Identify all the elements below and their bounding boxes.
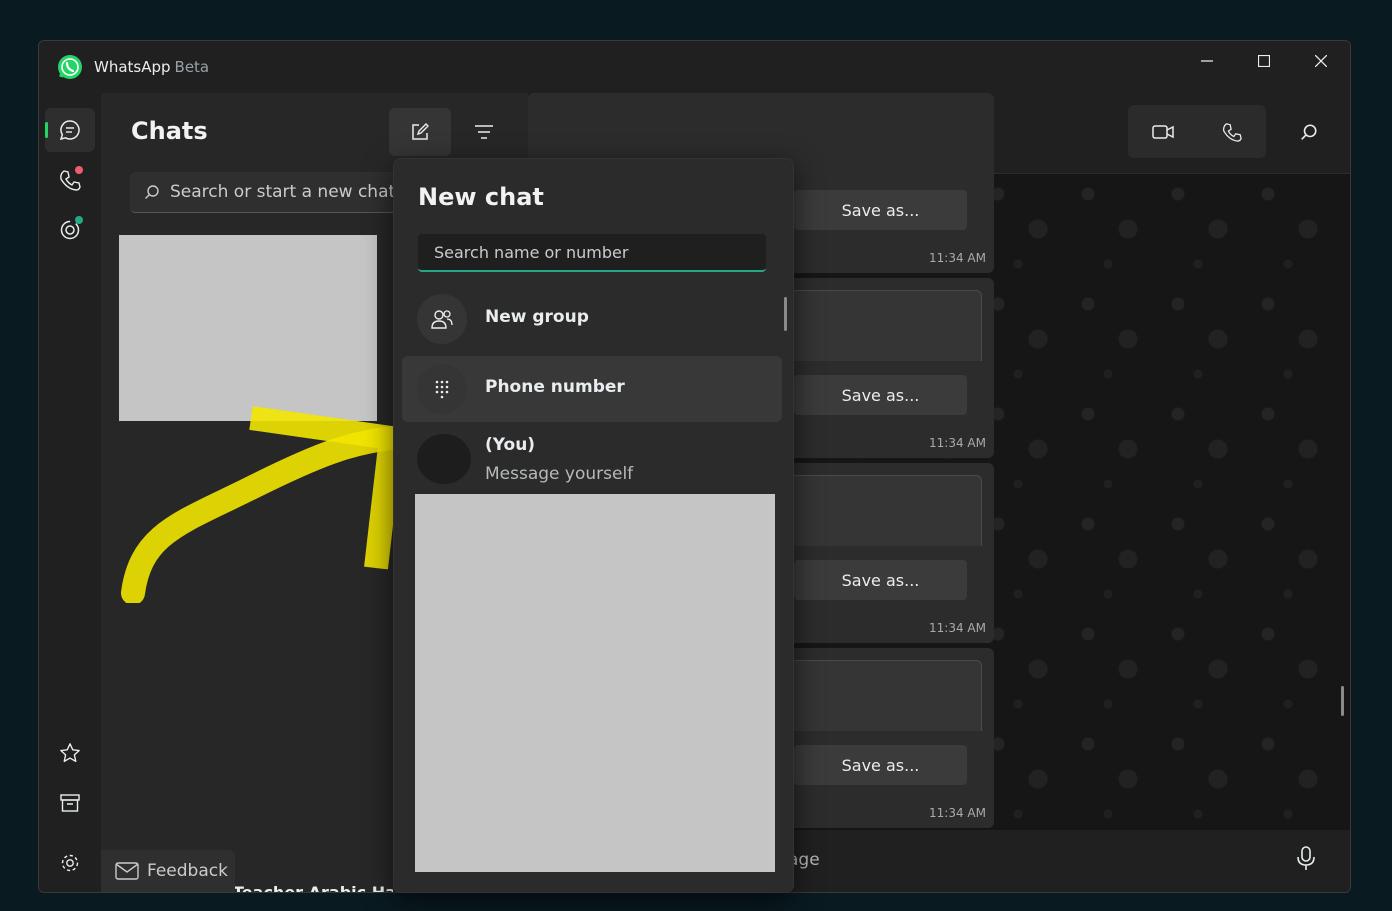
video-camera-icon [1151, 124, 1174, 139]
group-icon [431, 310, 453, 329]
status-badge [75, 216, 83, 224]
search-icon [145, 185, 159, 199]
phone-number-item[interactable]: Phone number [402, 356, 782, 422]
new-group-item[interactable]: New group [402, 286, 782, 352]
navigation-rail [39, 93, 101, 892]
phone-number-label: Phone number [485, 377, 625, 397]
save-as-button[interactable]: Save as... [794, 375, 967, 415]
chat-icon [59, 120, 80, 141]
beta-badge: Beta [174, 58, 210, 76]
rail-chats-button[interactable] [45, 108, 95, 152]
voice-call-button[interactable] [1197, 105, 1266, 158]
chat-search-placeholder: Search or start a new chat [170, 182, 396, 202]
minimize-button[interactable] [1178, 41, 1235, 81]
star-icon [60, 743, 80, 763]
active-indicator [45, 122, 48, 138]
maximize-button[interactable] [1235, 41, 1292, 81]
new-group-label: New group [485, 307, 589, 327]
chat-list-bottom-item[interactable]: Teacher Arabic Ha [233, 883, 393, 892]
save-as-button[interactable]: Save as... [794, 190, 967, 230]
flyout-scrollbar[interactable] [784, 297, 787, 331]
message-time: 11:34 AM [929, 621, 986, 635]
search-messages-button[interactable] [1274, 105, 1343, 158]
search-icon [1300, 123, 1317, 140]
self-sublabel: Message yourself [485, 464, 634, 484]
call-buttons-group [1128, 105, 1266, 158]
rail-calls-button[interactable] [45, 158, 95, 202]
new-chat-search [418, 234, 766, 272]
archive-icon [60, 794, 80, 812]
save-as-button[interactable]: Save as... [794, 745, 967, 785]
save-as-button[interactable]: Save as... [794, 560, 967, 600]
new-chat-flyout: New chat New group Phone [393, 158, 794, 893]
new-chat-search-input[interactable] [432, 241, 756, 263]
dialpad-icon [435, 380, 449, 399]
message-time: 11:34 AM [929, 806, 986, 820]
redacted-contacts-list [415, 494, 775, 872]
message-time: 11:34 AM [929, 436, 986, 450]
filter-icon [475, 125, 493, 139]
app-name: WhatsApp [94, 58, 171, 76]
rail-starred-button[interactable] [45, 731, 95, 775]
file-preview[interactable] [790, 660, 982, 731]
close-icon [1314, 55, 1327, 67]
rail-settings-button[interactable] [45, 841, 95, 885]
chat-search-input[interactable]: Search or start a new chat [130, 172, 410, 213]
message-scrollbar[interactable] [1341, 686, 1344, 716]
compose-icon [412, 123, 429, 140]
maximize-icon [1257, 55, 1270, 67]
feedback-button[interactable]: Feedback [101, 850, 235, 892]
close-button[interactable] [1292, 41, 1349, 81]
video-call-button[interactable] [1128, 105, 1197, 158]
phone-icon [1222, 122, 1242, 142]
file-preview[interactable] [790, 290, 982, 361]
calls-badge [75, 166, 83, 174]
message-time: 11:34 AM [929, 251, 986, 265]
feedback-label: Feedback [147, 861, 228, 881]
gear-icon [61, 854, 79, 872]
whatsapp-logo-icon [58, 55, 82, 79]
item-icon-wrap [417, 294, 467, 344]
title-bar: WhatsApp Beta [39, 41, 1350, 93]
mail-icon [115, 862, 139, 880]
message-yourself-item[interactable]: (You) Message yourself [402, 426, 782, 492]
new-chat-title: New chat [418, 183, 544, 211]
filter-button[interactable] [453, 108, 515, 156]
rail-status-button[interactable] [45, 208, 95, 252]
app-title: WhatsApp Beta [94, 58, 209, 76]
yellow-arrow-annotation [121, 406, 401, 603]
chats-title: Chats [131, 117, 208, 145]
rail-archive-button[interactable] [45, 781, 95, 825]
new-chat-button[interactable] [389, 108, 451, 156]
item-icon-wrap [417, 364, 467, 414]
self-label: (You) [485, 435, 536, 455]
file-preview[interactable] [790, 475, 982, 546]
microphone-icon[interactable] [1296, 846, 1316, 872]
minimize-icon [1200, 60, 1213, 62]
self-avatar [417, 434, 471, 484]
